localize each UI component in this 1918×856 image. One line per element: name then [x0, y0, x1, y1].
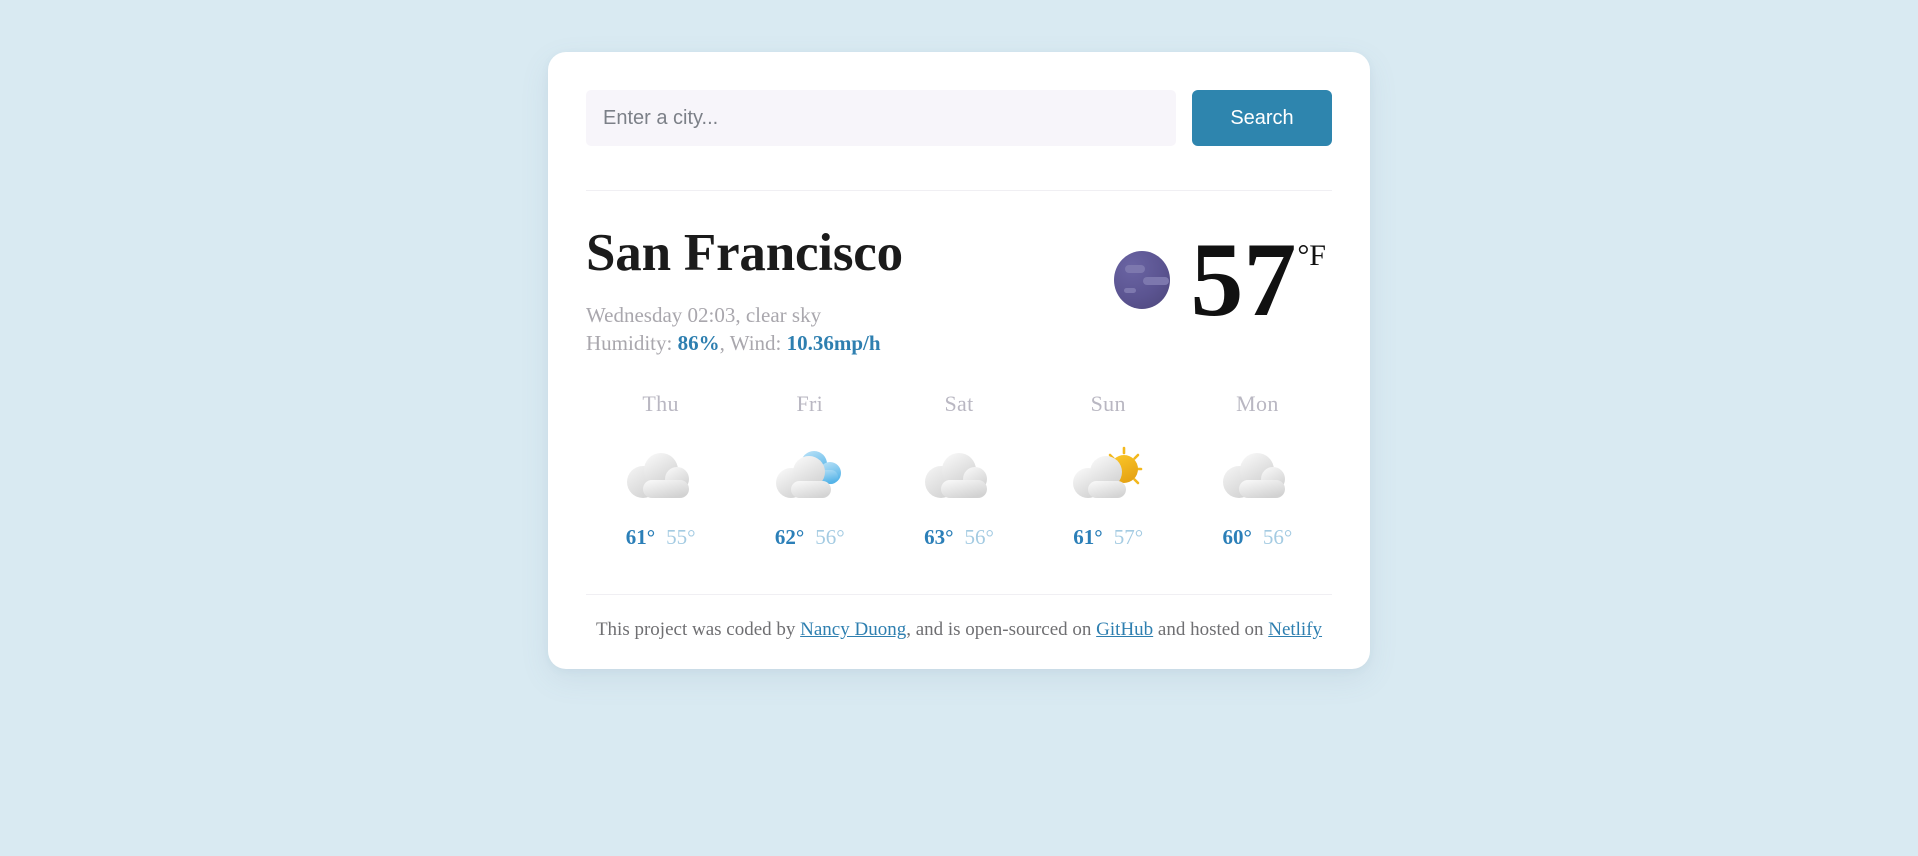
github-link[interactable]: GitHub: [1096, 619, 1153, 640]
humidity-label: Humidity:: [586, 330, 678, 355]
forecast-temp-min: 55°: [666, 524, 696, 549]
footer-text-3: and hosted on: [1153, 618, 1269, 640]
moon-icon: [1114, 250, 1171, 309]
current-temperature-block: 57 °F: [1114, 221, 1332, 338]
moon-crater: [1143, 276, 1169, 286]
forecast-day: Fri 62° 56°: [735, 391, 884, 550]
forecast-day: Sat 63° 56°: [884, 391, 1033, 550]
forecast-row: Thu 61° 55° Fri 62° 56° Sat 63° 56° Sun …: [586, 391, 1332, 550]
forecast-day-label: Mon: [1236, 390, 1279, 416]
author-link[interactable]: Nancy Duong: [800, 619, 906, 640]
current-weather-details: San Francisco Wednesday 02:03, clear sky…: [586, 224, 903, 357]
forecast-day: Thu 61° 55°: [586, 391, 735, 550]
city-name: San Francisco: [586, 224, 903, 282]
line-separator: ,: [719, 330, 730, 355]
moon-crater: [1124, 265, 1146, 273]
forecast-temp-min: 56°: [1262, 524, 1293, 549]
current-weather: San Francisco Wednesday 02:03, clear sky…: [586, 221, 1332, 357]
wind-label: Wind:: [729, 330, 787, 355]
weather-app-card: Search San Francisco Wednesday 02:03, cl…: [548, 52, 1370, 669]
forecast-day-temps: 60° 56°: [1183, 525, 1332, 550]
forecast-temp-min: 57°: [1113, 524, 1144, 549]
netlify-link[interactable]: Netlify: [1268, 619, 1322, 640]
forecast-day-temps: 63° 56°: [884, 525, 1033, 550]
forecast-temp-max: 60°: [1222, 524, 1252, 549]
search-button[interactable]: Search: [1192, 90, 1332, 146]
forecast-day-temps: 61° 57°: [1034, 525, 1183, 550]
current-temperature-value: 57: [1190, 221, 1297, 338]
cloud-icon: [884, 437, 1033, 511]
forecast-day-temps: 61° 55°: [586, 525, 735, 550]
humidity-value: 86%: [677, 330, 720, 355]
forecast-day: Mon 60° 56°: [1183, 391, 1332, 550]
forecast-temp-max: 62°: [774, 524, 805, 549]
forecast-temp-max: 61°: [625, 524, 656, 549]
search-input[interactable]: [586, 90, 1176, 146]
sun-behind-cloud-icon: [1034, 437, 1183, 511]
forecast-day-label: Fri: [796, 390, 824, 416]
cloud-icon: [1183, 437, 1332, 511]
forecast-temp-max: 61°: [1073, 524, 1103, 549]
footer-text-1: This project was coded by: [595, 618, 801, 640]
footer-text-2: , and is open-sourced on: [906, 618, 1097, 640]
current-conditions: Wednesday 02:03, clear sky Humidity: 86%…: [586, 302, 903, 357]
forecast-day-label: Thu: [642, 390, 679, 416]
cloud-icon: [586, 437, 735, 511]
top-divider: [586, 190, 1332, 191]
forecast-temp-max: 63°: [924, 524, 954, 549]
wind-value: 10.36mp/h: [786, 330, 881, 355]
temperature-unit: °F: [1297, 239, 1326, 272]
forecast-day-label: Sat: [944, 390, 974, 416]
forecast-temp-min: 56°: [964, 524, 994, 549]
moon-crater: [1124, 287, 1136, 293]
footer-divider: [586, 593, 1332, 595]
forecast-temp-min: 56°: [815, 524, 845, 549]
cloud-blue-icon: [735, 437, 884, 511]
humidity-wind-line: Humidity: 86%, Wind: 10.36mp/h: [586, 330, 903, 357]
footer-credit: This project was coded by Nancy Duong, a…: [586, 619, 1332, 641]
forecast-day-label: Sun: [1090, 390, 1126, 416]
search-form: Search: [586, 90, 1332, 146]
forecast-day-temps: 62° 56°: [735, 525, 884, 550]
forecast-day: Sun 61° 57°: [1034, 391, 1183, 550]
datetime-description: Wednesday 02:03, clear sky: [586, 303, 822, 328]
